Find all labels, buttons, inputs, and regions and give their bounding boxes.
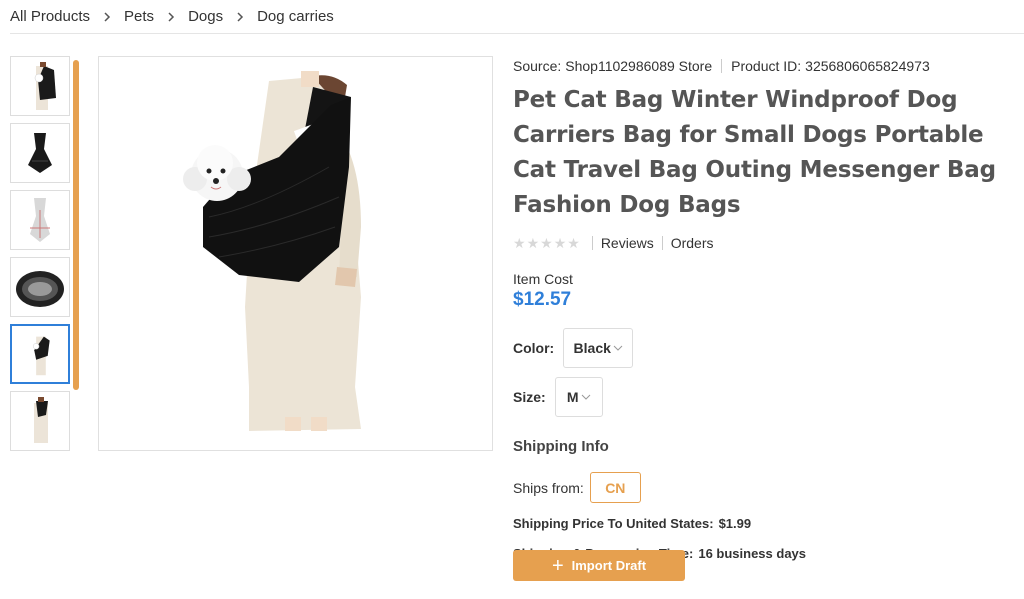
star-icon: ★: [567, 234, 580, 251]
product-thumbnail-image: [28, 133, 52, 173]
product-title: Pet Cat Bag Winter Windproof Dog Carrier…: [513, 87, 996, 218]
product-photo: [183, 71, 361, 431]
ships-from-row: Ships from: CN: [513, 472, 1018, 503]
product-thumbnail-image: [30, 198, 50, 242]
rating-stars: ★ ★ ★ ★ ★: [513, 235, 580, 252]
thumbnail-4[interactable]: [10, 257, 70, 317]
shipping-time-value: 16 business days: [698, 546, 807, 561]
thumbnail-scrollbar[interactable]: [73, 60, 79, 390]
thumbnail-1[interactable]: [10, 56, 70, 116]
breadcrumb: All Products Pets Dogs Dog carries: [10, 0, 1024, 34]
color-select-value: Black: [573, 340, 611, 356]
color-select[interactable]: Black: [563, 328, 634, 368]
thumbnail-2[interactable]: [10, 123, 70, 183]
thumbnail-3[interactable]: [10, 190, 70, 250]
product-id-value: 3256806065824973: [805, 58, 930, 74]
orders-link[interactable]: Orders: [671, 235, 714, 251]
product-meta: Source: Shop1102986089 Store Product ID:…: [513, 56, 1018, 76]
item-price: $12.57: [513, 289, 572, 310]
thumbnail-6[interactable]: [10, 391, 70, 451]
product-thumbnail-image: [34, 62, 56, 110]
shipping-price-value: $1.99: [718, 516, 752, 531]
ships-from-label: Ships from:: [513, 479, 584, 496]
main-product-image: [98, 56, 493, 451]
divider: [661, 236, 663, 250]
shipping-info-title: Shipping Info: [513, 438, 609, 455]
chevron-right-icon: [168, 11, 175, 22]
color-option-row: Color: Black: [513, 328, 1018, 368]
shipping-price-label: Shipping Price To United States:: [513, 516, 714, 531]
ships-from-badge[interactable]: CN: [589, 472, 641, 503]
thumbnail-list: [10, 56, 70, 458]
item-cost-label: Item Cost: [513, 271, 573, 287]
source-store-link[interactable]: Shop1102986089 Store: [565, 58, 712, 74]
product-info-panel: Source: Shop1102986089 Store Product ID:…: [513, 56, 1018, 581]
star-icon: ★: [540, 234, 553, 251]
reviews-link[interactable]: Reviews: [601, 235, 654, 251]
product-thumbnail-image: [16, 271, 64, 307]
divider: [591, 236, 593, 250]
product-thumbnail-image: [33, 336, 50, 376]
size-select[interactable]: M: [554, 377, 603, 417]
size-select-value: M: [566, 389, 579, 405]
chevron-right-icon: [104, 11, 111, 22]
size-label: Size:: [513, 389, 546, 405]
shipping-price-row: Shipping Price To United States: $1.99: [513, 516, 1018, 531]
thumbnail-5[interactable]: [10, 324, 70, 384]
breadcrumb-dogs[interactable]: Dogs: [188, 8, 223, 25]
source-label: Source:: [513, 58, 562, 74]
ratings-row: ★ ★ ★ ★ ★ Reviews Orders: [513, 233, 1018, 253]
star-icon: ★: [513, 234, 526, 251]
star-icon: ★: [553, 234, 567, 251]
breadcrumb-dog-carries[interactable]: Dog carries: [257, 8, 334, 25]
color-label: Color:: [513, 340, 555, 356]
product-id-label: Product ID:: [731, 58, 802, 74]
chevron-down-icon: [613, 345, 623, 351]
chevron-down-icon: [581, 394, 590, 400]
divider: [721, 59, 723, 73]
plus-icon: +: [551, 554, 564, 577]
breadcrumb-pets[interactable]: Pets: [124, 8, 154, 25]
product-thumbnail-image: [34, 397, 48, 443]
import-draft-button[interactable]: + Import Draft: [513, 550, 685, 581]
breadcrumb-all-products[interactable]: All Products: [10, 8, 90, 25]
size-option-row: Size: M: [513, 377, 1018, 417]
chevron-right-icon: [237, 11, 244, 22]
star-icon: ★: [526, 234, 540, 251]
import-draft-label: Import Draft: [571, 558, 647, 573]
